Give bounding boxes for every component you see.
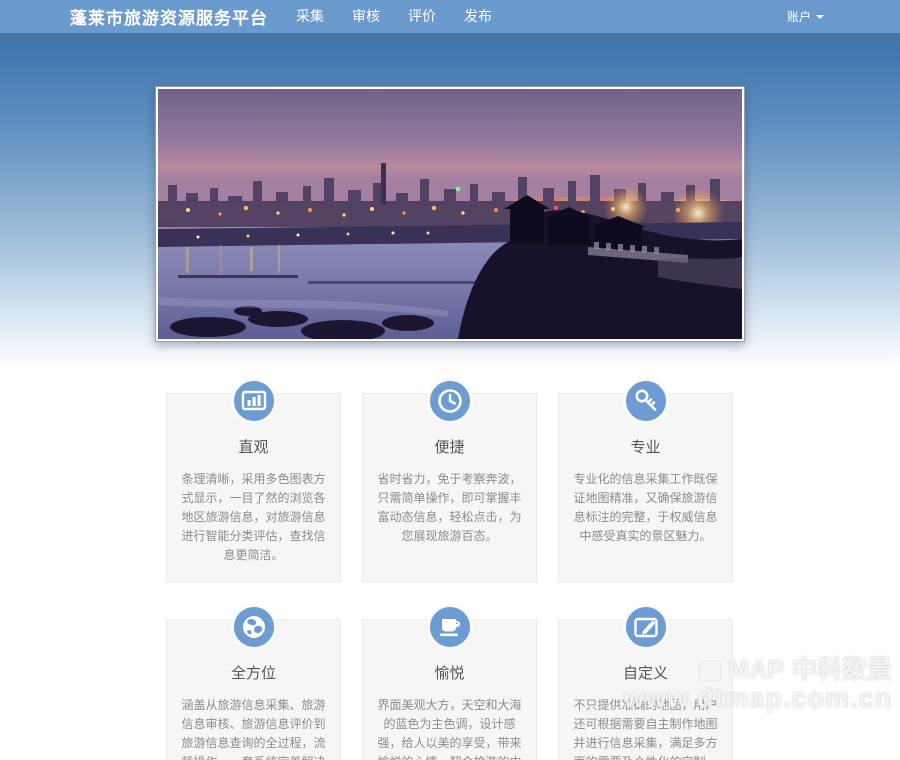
page: 蓬莱市旅游资源服务平台 采集 审核 评价 发布 账户 xyxy=(0,0,900,760)
nav-item-publish[interactable]: 发布 xyxy=(450,0,506,33)
globe-icon xyxy=(231,604,277,650)
main-content: 直观 条理清晰，采用多色图表方式显示，一目了然的浏览各地区旅游信息，对旅游信息进… xyxy=(0,42,900,760)
feature-title: 自定义 xyxy=(570,662,721,683)
chevron-down-icon xyxy=(816,15,824,19)
feature-card-intuitive: 直观 条理清晰，采用多色图表方式显示，一目了然的浏览各地区旅游信息，对旅游信息进… xyxy=(166,378,341,582)
account-label: 账户 xyxy=(787,8,811,25)
top-navbar: 蓬莱市旅游资源服务平台 采集 审核 评价 发布 账户 xyxy=(0,0,900,33)
clock-icon xyxy=(427,378,473,424)
feature-description: 涵盖从旅游信息采集、旅游信息审核、旅游信息评价到旅游信息查询的全过程，流畅操作，… xyxy=(178,696,329,760)
feature-title: 专业 xyxy=(570,436,721,457)
nav-menu: 采集 审核 评价 发布 xyxy=(282,0,506,33)
nav-item-review[interactable]: 审核 xyxy=(338,0,394,33)
site-title[interactable]: 蓬莱市旅游资源服务平台 xyxy=(70,4,268,29)
bar-chart-icon xyxy=(231,378,277,424)
feature-description: 界面美观大方，天空和大海的蓝色为主色调，设计感强，给人以美的享受，带来愉悦的心情… xyxy=(374,696,525,760)
feature-title: 全方位 xyxy=(178,662,329,683)
feature-title: 直观 xyxy=(178,436,329,457)
edit-icon xyxy=(623,604,669,650)
hero-photo xyxy=(155,86,745,342)
feature-cards-section: 直观 条理清晰，采用多色图表方式显示，一目了然的浏览各地区旅游信息，对旅游信息进… xyxy=(166,378,734,760)
key-icon xyxy=(623,378,669,424)
feature-card-allround: 全方位 涵盖从旅游信息采集、旅游信息审核、旅游信息评价到旅游信息查询的全过程，流… xyxy=(166,604,341,760)
penglai-night-cityscape-image xyxy=(158,89,742,339)
feature-card-custom: 自定义 不只提供准确的地图，用户还可根据需要自主制作地图并进行信息采集，满足多方… xyxy=(558,604,733,760)
feature-row-2: 全方位 涵盖从旅游信息采集、旅游信息审核、旅游信息评价到旅游信息查询的全过程，流… xyxy=(166,604,734,760)
feature-card-pleasant: 愉悦 界面美观大方，天空和大海的蓝色为主色调，设计感强，给人以美的享受，带来愉悦… xyxy=(362,604,537,760)
nav-item-evaluate[interactable]: 评价 xyxy=(394,0,450,33)
account-dropdown[interactable]: 账户 xyxy=(787,8,824,25)
feature-description: 条理清晰，采用多色图表方式显示，一目了然的浏览各地区旅游信息，对旅游信息进行智能… xyxy=(178,470,329,565)
feature-row-1: 直观 条理清晰，采用多色图表方式显示，一目了然的浏览各地区旅游信息，对旅游信息进… xyxy=(166,378,734,582)
feature-title: 便捷 xyxy=(374,436,525,457)
navbar-accent-strip xyxy=(0,33,900,42)
feature-title: 愉悦 xyxy=(374,662,525,683)
feature-description: 省时省力，免于考察奔波，只需简单操作，即可掌握丰富动态信息，轻松点击，为您展现旅… xyxy=(374,470,525,546)
feature-description: 不只提供准确的地图，用户还可根据需要自主制作地图并进行信息采集，满足多方面的需要… xyxy=(570,696,721,760)
coffee-cup-icon xyxy=(427,604,473,650)
feature-description: 专业化的信息采集工作既保证地图精准，又确保旅游信息标注的完整，于权威信息中感受真… xyxy=(570,470,721,546)
nav-item-collect[interactable]: 采集 xyxy=(282,0,338,33)
feature-card-convenient: 便捷 省时省力，免于考察奔波，只需简单操作，即可掌握丰富动态信息，轻松点击，为您… xyxy=(362,378,537,582)
feature-card-professional: 专业 专业化的信息采集工作既保证地图精准，又确保旅游信息标注的完整，于权威信息中… xyxy=(558,378,733,582)
